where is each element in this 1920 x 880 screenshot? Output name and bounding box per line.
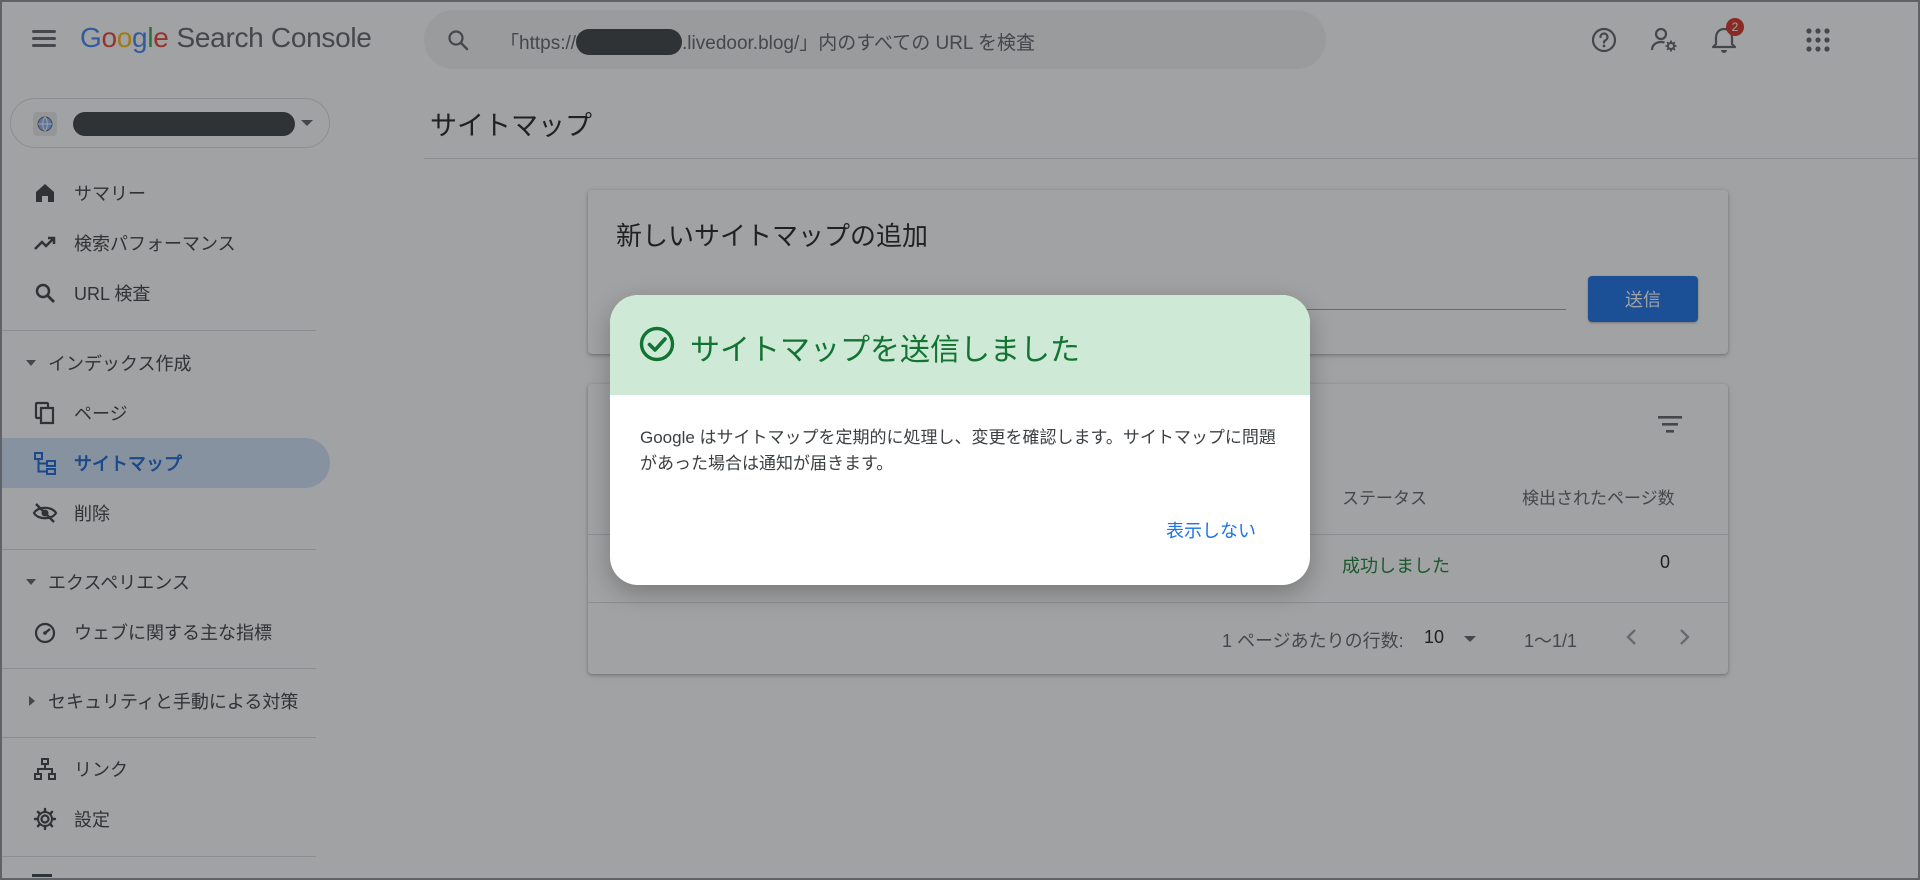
dismiss-button[interactable]: 表示しない	[1166, 517, 1256, 543]
dialog-title: サイトマップを送信しました	[690, 334, 1080, 367]
sitemap-submitted-dialog: サイトマップを送信しました Google はサイトマップを定期的に処理し、変更を…	[610, 295, 1310, 585]
check-circle-icon	[639, 326, 675, 362]
dialog-header: サイトマップを送信しました	[610, 295, 1310, 395]
dialog-message: Google はサイトマップを定期的に処理し、変更を確認します。サイトマップに問…	[640, 428, 1276, 473]
